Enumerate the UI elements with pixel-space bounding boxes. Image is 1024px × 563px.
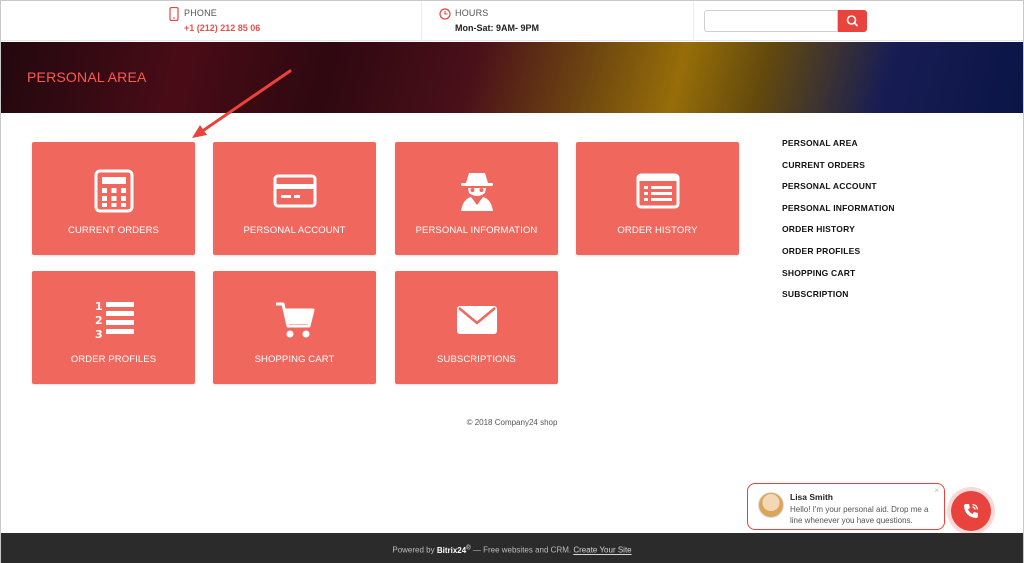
list-icon xyxy=(636,173,679,209)
menu-item-current-orders[interactable]: CURRENT ORDERS xyxy=(782,160,895,182)
phone-call-icon xyxy=(964,503,979,518)
menu-item-order-profiles[interactable]: ORDER PROFILES xyxy=(782,246,895,268)
page: PHONE +1 (212) 212 85 06 HOURS Mon-Sat: … xyxy=(0,0,1024,563)
chat-message: Hello! I'm your personal aid. Drop me a … xyxy=(790,505,929,525)
close-icon[interactable]: × xyxy=(934,486,939,495)
create-site-link[interactable]: Create Your Site xyxy=(573,546,631,555)
tile-label: ORDER HISTORY xyxy=(617,225,698,236)
phone-label: PHONE xyxy=(184,8,218,18)
footer-powered-by: Powered by xyxy=(392,545,435,555)
menu-item-personal-area[interactable]: PERSONAL AREA xyxy=(782,138,895,160)
tile-personal-account[interactable]: PERSONAL ACCOUNT xyxy=(213,142,376,255)
search-input[interactable] xyxy=(704,10,838,32)
page-banner: PERSONAL AREA xyxy=(1,42,1023,113)
tile-personal-information[interactable]: PERSONAL INFORMATION xyxy=(395,142,558,255)
menu-item-personal-information[interactable]: PERSONAL INFORMATION xyxy=(782,203,895,225)
divider xyxy=(693,1,694,41)
tile-label: SHOPPING CART xyxy=(254,354,335,365)
top-bar: PHONE +1 (212) 212 85 06 HOURS Mon-Sat: … xyxy=(1,1,1023,41)
avatar xyxy=(758,492,784,518)
svg-text:1: 1 xyxy=(95,300,103,313)
envelope-icon xyxy=(456,306,497,334)
tile-label: CURRENT ORDERS xyxy=(68,225,159,236)
svg-text:3: 3 xyxy=(95,328,103,341)
tile-label: ORDER PROFILES xyxy=(70,354,157,365)
calculator-icon xyxy=(94,169,133,213)
tile-order-history[interactable]: ORDER HISTORY xyxy=(576,142,739,255)
phone-icon xyxy=(169,7,179,21)
menu-item-subscription[interactable]: SUBSCRIPTION xyxy=(782,289,895,311)
side-menu: PERSONAL AREA CURRENT ORDERS PERSONAL AC… xyxy=(782,138,895,311)
tile-order-profiles[interactable]: 1 2 3 ORDER PROFILES xyxy=(32,271,195,384)
footer-brand[interactable]: Bitrix24® xyxy=(436,545,471,555)
tile-label: PERSONAL ACCOUNT xyxy=(243,225,346,236)
divider xyxy=(421,1,422,41)
chat-popup[interactable]: Lisa Smith Hello! I'm your personal aid.… xyxy=(747,483,945,530)
numbered-list-icon: 1 2 3 xyxy=(95,300,134,341)
chat-agent-name: Lisa Smith xyxy=(790,492,833,502)
search-icon xyxy=(846,15,858,27)
tile-shopping-cart[interactable]: SHOPPING CART xyxy=(213,271,376,384)
footer-brand-text: Bitrix24 xyxy=(436,545,467,555)
cart-icon xyxy=(275,302,314,338)
footer-tagline: — Free websites and CRM. xyxy=(472,545,572,555)
tile-label: SUBSCRIPTIONS xyxy=(437,354,516,365)
spy-icon xyxy=(460,173,493,211)
hours-value: Mon-Sat: 9AM- 9PM xyxy=(455,23,539,33)
call-button[interactable] xyxy=(951,491,991,531)
menu-item-shopping-cart[interactable]: SHOPPING CART xyxy=(782,268,895,290)
hours-label: HOURS xyxy=(455,8,489,18)
footer-brand-mark: ® xyxy=(466,545,471,551)
menu-item-personal-account[interactable]: PERSONAL ACCOUNT xyxy=(782,181,895,203)
phone-number[interactable]: +1 (212) 212 85 06 xyxy=(184,23,260,33)
tile-label: PERSONAL INFORMATION xyxy=(415,225,538,236)
svg-text:2: 2 xyxy=(95,314,103,327)
page-title: PERSONAL AREA xyxy=(27,69,147,85)
tile-subscriptions[interactable]: SUBSCRIPTIONS xyxy=(395,271,558,384)
clock-icon xyxy=(439,8,451,20)
menu-item-order-history[interactable]: ORDER HISTORY xyxy=(782,224,895,246)
copyright: © 2018 Company24 shop xyxy=(466,418,558,427)
footer: Powered by Bitrix24® — Free websites and… xyxy=(1,533,1023,563)
search-button[interactable] xyxy=(838,10,867,32)
tile-current-orders[interactable]: CURRENT ORDERS xyxy=(32,142,195,255)
credit-card-icon xyxy=(273,174,316,208)
